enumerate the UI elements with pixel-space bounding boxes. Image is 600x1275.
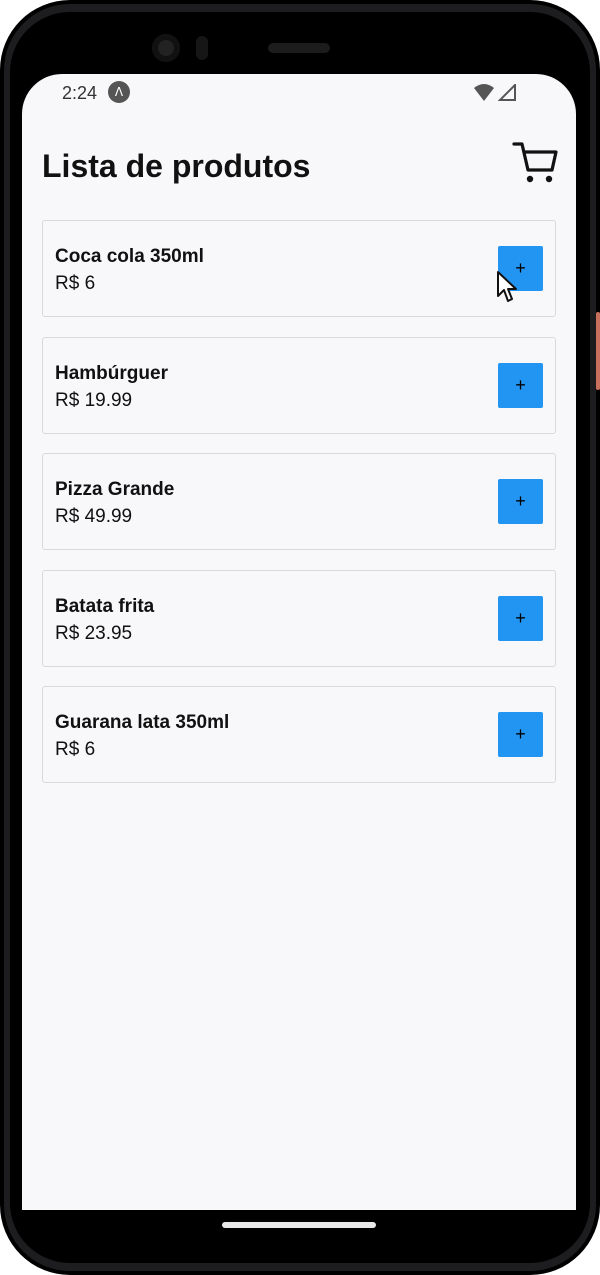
phone-frame: 2:24 Λ Lista de produtos Coca cola 350ml… bbox=[0, 0, 600, 1275]
header: Lista de produtos bbox=[42, 140, 558, 190]
product-name: Guarana lata 350ml bbox=[55, 712, 230, 733]
product-card: Pizza Grande R$ 49.99 + bbox=[42, 453, 556, 550]
add-to-cart-button[interactable]: + bbox=[498, 712, 543, 757]
product-name: Hambúrguer bbox=[55, 362, 168, 384]
signal-icon bbox=[498, 84, 516, 101]
product-price: R$ 6 bbox=[55, 739, 96, 760]
add-to-cart-button[interactable]: + bbox=[498, 595, 543, 641]
product-list: Coca cola 350ml R$ 6 + Hambúrguer R$ 19.… bbox=[42, 220, 556, 803]
earpiece-speaker bbox=[268, 43, 330, 53]
product-price: R$ 23.95 bbox=[55, 622, 133, 644]
status-time: 2:24 bbox=[62, 83, 98, 103]
proximity-sensor bbox=[196, 36, 208, 60]
product-name: Coca cola 350ml bbox=[55, 246, 204, 267]
product-card: Guarana lata 350ml R$ 6 + bbox=[42, 686, 556, 783]
expo-app-icon: Λ bbox=[108, 81, 130, 103]
product-price: R$ 19.99 bbox=[55, 389, 133, 411]
mouse-cursor-icon bbox=[497, 271, 517, 302]
home-indicator[interactable] bbox=[222, 1222, 376, 1228]
add-to-cart-button[interactable]: + bbox=[498, 479, 543, 524]
status-bar: 2:24 Λ bbox=[22, 74, 576, 112]
product-card: Batata frita R$ 23.95 + bbox=[42, 569, 556, 667]
wifi-icon bbox=[474, 84, 494, 101]
product-name: Pizza Grande bbox=[55, 479, 175, 500]
page-title: Lista de produtos bbox=[42, 148, 311, 184]
product-name: Batata frita bbox=[55, 595, 155, 617]
product-card: Coca cola 350ml R$ 6 + bbox=[42, 220, 556, 317]
product-price: R$ 49.99 bbox=[55, 506, 133, 527]
shopping-cart-icon[interactable] bbox=[512, 140, 558, 186]
power-button bbox=[596, 312, 600, 390]
app-screen: 2:24 Λ Lista de produtos Coca cola 350ml… bbox=[22, 74, 576, 1210]
product-price: R$ 6 bbox=[55, 273, 96, 294]
add-to-cart-button[interactable]: + bbox=[498, 362, 543, 408]
front-camera bbox=[152, 34, 180, 62]
product-card: Hambúrguer R$ 19.99 + bbox=[42, 336, 556, 434]
